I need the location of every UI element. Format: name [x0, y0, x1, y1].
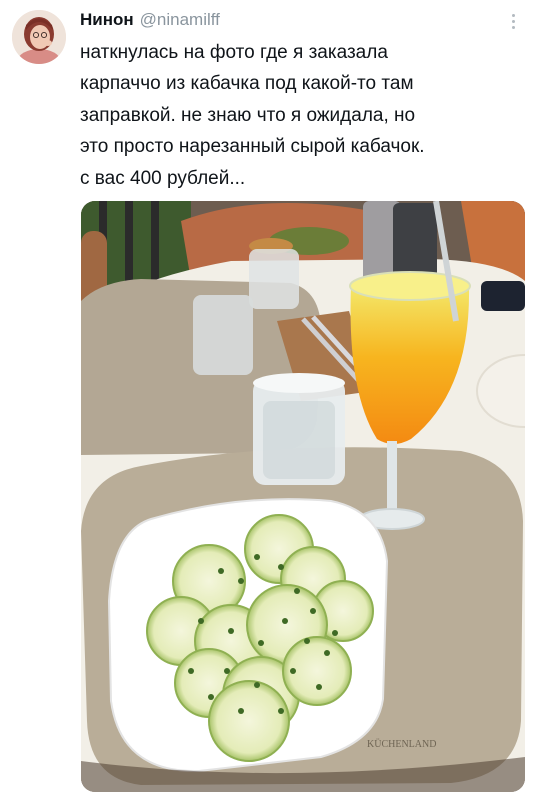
more-vertical-icon[interactable] — [509, 10, 517, 32]
tweet-text: наткнулась на фото где я заказала карпач… — [80, 42, 425, 189]
display-name[interactable]: Нинон — [80, 10, 134, 30]
photo-image: KÜCHENLAND — [81, 201, 525, 792]
avatar[interactable] — [12, 10, 66, 64]
user-handle[interactable]: @ninamilff — [140, 10, 220, 30]
avatar-image — [12, 10, 66, 64]
tweet-photo[interactable]: KÜCHENLAND — [81, 201, 525, 792]
placemat-brand-text: KÜCHENLAND — [367, 738, 436, 750]
tweet-header: Нинон @ninamilff — [80, 10, 220, 32]
